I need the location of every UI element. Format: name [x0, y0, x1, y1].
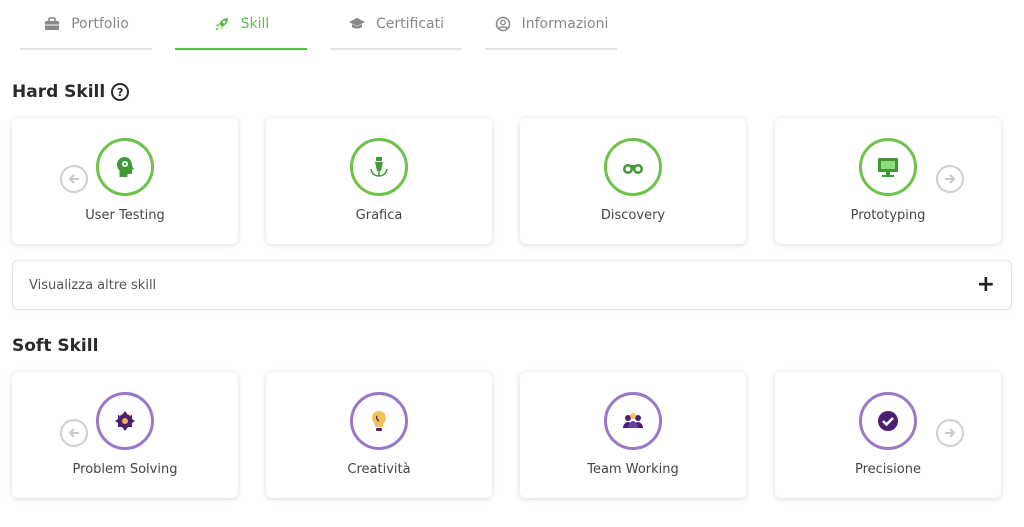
arrow-right-icon	[945, 428, 956, 438]
skill-icon-circle	[859, 138, 917, 196]
head-gear-icon	[117, 157, 134, 177]
tab-portfolio[interactable]: Portfolio	[20, 0, 152, 50]
skill-label: Precisione	[854, 462, 921, 477]
skill-icon-circle	[96, 392, 154, 450]
skill-icon-circle	[604, 138, 662, 196]
skill-card-team-working[interactable]: Team Working	[520, 372, 746, 498]
skill-card-grafica[interactable]: Grafica	[266, 118, 492, 244]
show-more-skills-button[interactable]: Visualizza altre skill +	[12, 260, 1012, 310]
skill-icon-circle	[604, 392, 662, 450]
tab-bar: Portfolio Skill Certificati Informazioni	[0, 0, 1024, 52]
user-circle-icon	[494, 15, 512, 33]
skill-label: Creatività	[347, 462, 411, 477]
skill-card-creativita[interactable]: Creatività	[266, 372, 492, 498]
briefcase-icon	[43, 15, 61, 33]
check-circle-icon	[878, 411, 898, 431]
skill-card-discovery[interactable]: Discovery	[520, 118, 746, 244]
monitor-icon	[878, 158, 898, 177]
skill-label: Team Working	[587, 462, 679, 477]
hard-skill-title-text: Hard Skill	[12, 82, 106, 102]
tab-certificati[interactable]: Certificati	[330, 0, 462, 50]
skill-label: Problem Solving	[72, 462, 178, 477]
skill-label: Grafica	[355, 208, 403, 223]
skill-icon-circle	[96, 138, 154, 196]
tab-informazioni[interactable]: Informazioni	[485, 0, 617, 50]
skill-label: Discovery	[600, 208, 666, 223]
tab-label: Portfolio	[71, 16, 129, 32]
arrow-left-icon	[68, 174, 79, 184]
skill-icon-circle	[350, 138, 408, 196]
lightbulb-icon	[372, 411, 386, 431]
skill-icon-circle	[859, 392, 917, 450]
arrow-left-icon	[68, 428, 79, 438]
skill-label: User Testing	[85, 208, 165, 223]
skill-label: Prototyping	[850, 208, 926, 223]
tab-label: Certificati	[376, 16, 444, 32]
hard-skill-next-button[interactable]	[936, 165, 964, 193]
soft-skill-prev-button[interactable]	[60, 419, 88, 447]
arrow-right-icon	[945, 174, 956, 184]
team-icon	[623, 413, 643, 428]
skill-card-user-testing[interactable]: User Testing	[12, 118, 238, 244]
skill-card-precisione[interactable]: Precisione	[775, 372, 1001, 498]
skill-card-prototyping[interactable]: Prototyping	[775, 118, 1001, 244]
binoculars-icon	[623, 164, 643, 174]
plus-icon: +	[976, 272, 995, 297]
skill-icon-circle	[350, 392, 408, 450]
pen-tool-icon	[370, 157, 388, 177]
tab-label: Skill	[240, 16, 270, 32]
skill-card-problem-solving[interactable]: Problem Solving	[12, 372, 238, 498]
puzzle-icon	[115, 411, 135, 431]
tab-label: Informazioni	[521, 16, 609, 32]
soft-skill-next-button[interactable]	[936, 419, 964, 447]
graduation-cap-icon	[348, 15, 366, 33]
show-more-label: Visualizza altre skill	[29, 277, 157, 293]
hard-skill-title: Hard Skill ?	[12, 82, 130, 102]
soft-skill-title-text: Soft Skill	[12, 336, 99, 356]
tab-skill[interactable]: Skill	[175, 0, 307, 50]
hard-skill-prev-button[interactable]	[60, 165, 88, 193]
soft-skill-title: Soft Skill	[12, 336, 98, 356]
help-icon[interactable]: ?	[111, 83, 130, 101]
rocket-icon	[213, 15, 231, 33]
